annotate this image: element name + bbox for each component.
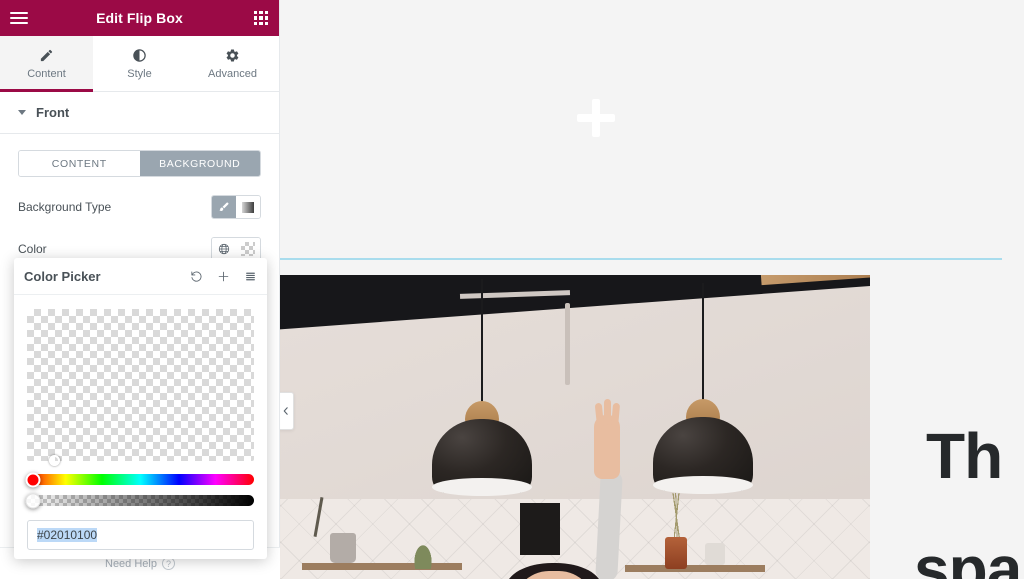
alpha-slider[interactable] bbox=[25, 493, 254, 508]
photo-shelf-left bbox=[302, 563, 462, 570]
hue-slider[interactable] bbox=[25, 472, 254, 487]
color-picker-title: Color Picker bbox=[24, 268, 101, 284]
reset-undo-icon bbox=[190, 271, 201, 282]
panel-tab-bar: Content Style Advanced bbox=[0, 36, 279, 92]
saturation-handle[interactable] bbox=[49, 455, 60, 466]
contrast-icon bbox=[133, 48, 146, 62]
panel-body: CONTENT BACKGROUND Background Type Color bbox=[0, 134, 279, 261]
section-drop-indicator bbox=[280, 258, 1002, 260]
page-canvas[interactable]: Th spa bbox=[280, 0, 1024, 579]
transparency-swatch-icon bbox=[241, 242, 255, 256]
need-help-label: Need Help bbox=[105, 557, 157, 570]
tab-content[interactable]: Content bbox=[0, 36, 93, 92]
control-background-type-label: Background Type bbox=[18, 200, 112, 214]
photo-plant-pot bbox=[330, 533, 356, 563]
photo-terracotta-vase bbox=[665, 537, 687, 569]
section-front-label: Front bbox=[36, 105, 70, 120]
photo-shelf-right bbox=[625, 565, 765, 572]
hex-input[interactable]: #02010100 bbox=[27, 520, 254, 550]
chevron-down-icon bbox=[18, 110, 26, 115]
hue-slider-handle[interactable] bbox=[25, 472, 41, 487]
editor-panel: Edit Flip Box Content Style Advanced Fro… bbox=[0, 0, 280, 579]
alpha-slider-handle[interactable] bbox=[25, 493, 41, 508]
photo-plant-small bbox=[408, 533, 438, 569]
photo-lamp-cord-right bbox=[702, 283, 704, 405]
swatch-library-icon bbox=[245, 272, 255, 280]
tab-content-label: Content bbox=[27, 67, 66, 80]
add-new-section-button[interactable] bbox=[576, 98, 616, 138]
paint-brush-icon bbox=[219, 202, 229, 211]
color-swatch-button[interactable] bbox=[236, 238, 260, 260]
tab-advanced-label: Advanced bbox=[208, 67, 257, 80]
gear-icon bbox=[226, 48, 239, 62]
tab-front-content[interactable]: CONTENT bbox=[19, 151, 140, 176]
color-picker-actions bbox=[187, 267, 259, 285]
photo-person-finger bbox=[604, 399, 611, 425]
globe-icon bbox=[218, 243, 230, 255]
color-picker-reset-button[interactable] bbox=[187, 267, 205, 285]
heading-line-2: spa bbox=[914, 533, 1022, 579]
tab-style[interactable]: Style bbox=[93, 36, 186, 91]
front-control-tabs: CONTENT BACKGROUND bbox=[18, 150, 261, 177]
chevron-left-icon bbox=[283, 407, 288, 415]
panel-header: Edit Flip Box bbox=[0, 0, 279, 36]
photo-ceramic-cup bbox=[705, 543, 725, 565]
plus-icon bbox=[218, 271, 228, 281]
elementor-editor-screen: Th spa Edit Flip Box Content Style Advan… bbox=[0, 0, 1024, 579]
color-picker-add-button[interactable] bbox=[214, 267, 232, 285]
hamburger-menu-icon[interactable] bbox=[10, 10, 28, 26]
photo-dried-grass bbox=[660, 493, 694, 541]
photo-range-hood bbox=[520, 503, 560, 555]
control-color-label: Color bbox=[18, 242, 47, 256]
pencil-icon bbox=[40, 49, 53, 61]
tab-style-label: Style bbox=[127, 67, 152, 80]
background-type-gradient-button[interactable] bbox=[236, 196, 260, 218]
color-picker-library-button[interactable] bbox=[241, 267, 259, 285]
heading-line-1: Th bbox=[926, 420, 1003, 492]
background-type-classic-button[interactable] bbox=[212, 196, 236, 218]
color-picker-popup[interactable]: Color Picker #02010100 bbox=[14, 258, 267, 559]
widgets-grid-icon[interactable] bbox=[254, 11, 268, 25]
background-type-choices bbox=[211, 195, 261, 219]
control-background-type: Background Type bbox=[18, 195, 261, 219]
gradient-icon bbox=[242, 201, 254, 213]
photo-lamp-cord-left bbox=[481, 279, 483, 407]
page-title: Edit Flip Box bbox=[96, 10, 183, 26]
heading-widget[interactable]: Th spa bbox=[880, 275, 1024, 579]
hex-input-value: #02010100 bbox=[37, 528, 98, 542]
photo-wall-strip bbox=[565, 303, 570, 385]
hex-input-wrapper: #02010100 bbox=[27, 520, 254, 550]
empty-section-area[interactable] bbox=[280, 0, 1024, 258]
global-colors-button[interactable] bbox=[212, 238, 236, 260]
section-header-front[interactable]: Front bbox=[0, 92, 279, 134]
saturation-value-area[interactable] bbox=[27, 309, 254, 466]
tab-advanced[interactable]: Advanced bbox=[186, 36, 279, 91]
image-widget[interactable] bbox=[280, 275, 870, 579]
tab-front-background[interactable]: BACKGROUND bbox=[139, 151, 260, 176]
panel-collapse-tab[interactable] bbox=[280, 392, 294, 430]
color-picker-header: Color Picker bbox=[14, 258, 267, 295]
